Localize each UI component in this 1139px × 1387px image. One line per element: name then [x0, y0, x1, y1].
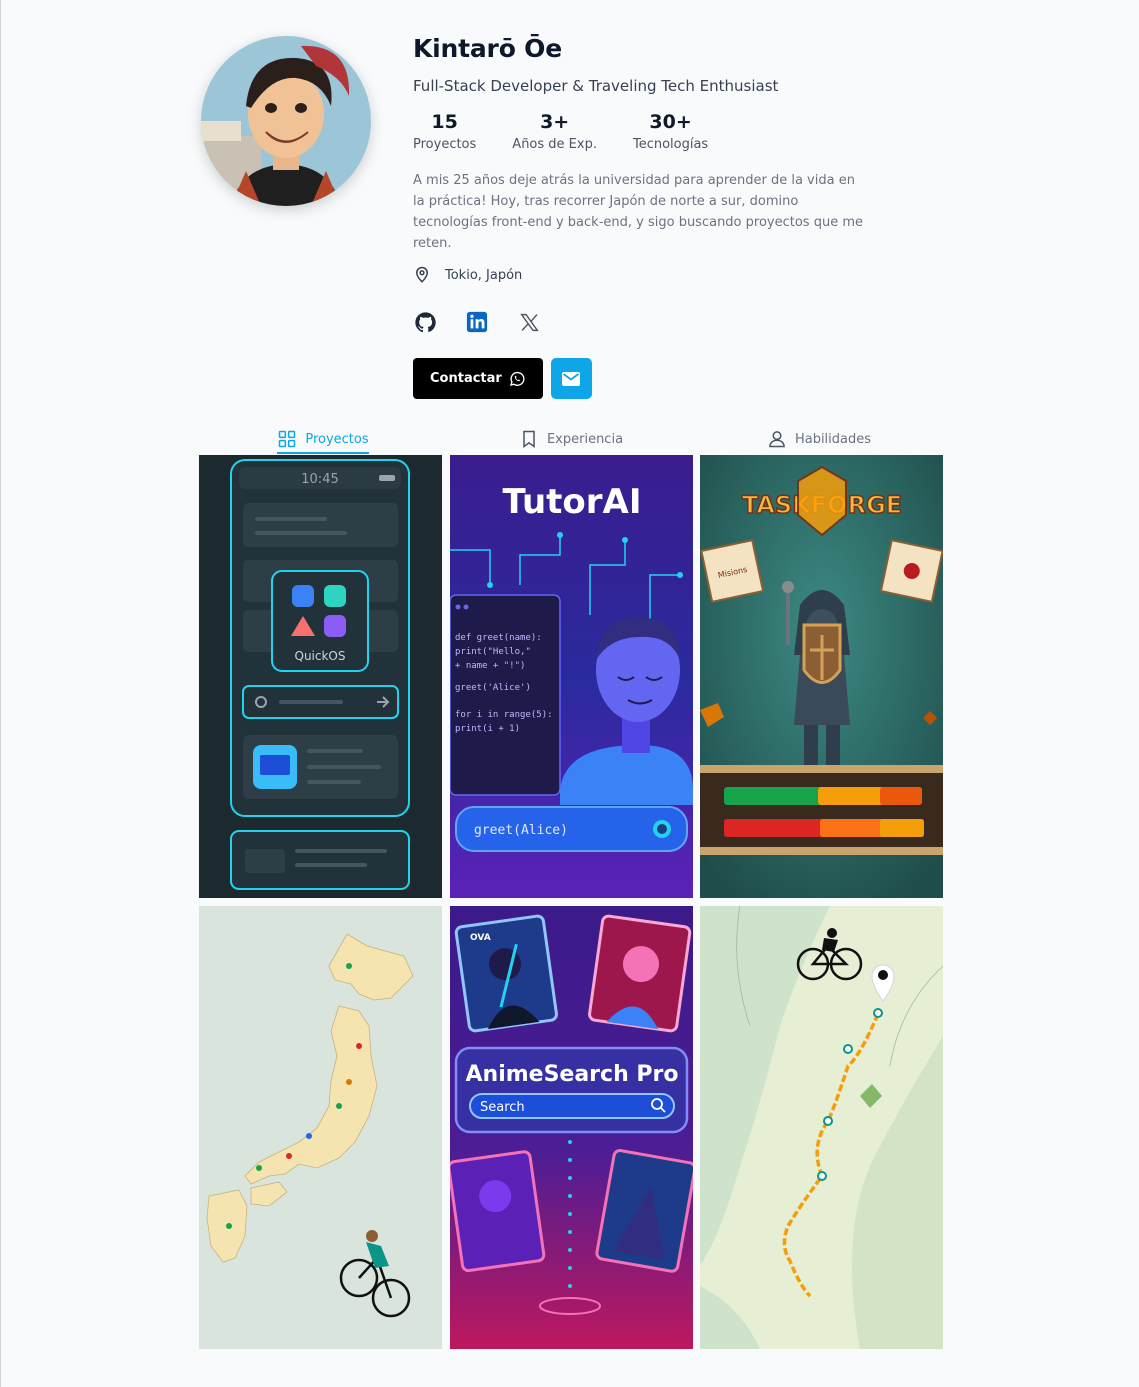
ova-badge: OVA: [470, 933, 491, 943]
tab-experiencia[interactable]: Experiencia: [447, 424, 695, 454]
project-card-taskforge[interactable]: TASKFORGE Misions: [700, 455, 943, 898]
project-card-quickos[interactable]: 10:45 QuickOS: [199, 455, 442, 898]
profile-avatar: [201, 36, 371, 206]
github-link[interactable]: [413, 310, 437, 334]
stat-label: Años de Exp.: [512, 137, 597, 152]
tab-label: Habilidades: [794, 431, 872, 447]
profile-location: Tokio, Japón: [413, 266, 873, 284]
quickos-time: 10:45: [301, 472, 338, 487]
user-icon: [769, 431, 785, 448]
tab-habilidades[interactable]: Habilidades: [695, 424, 943, 454]
code-line: + name + "!"): [455, 661, 525, 671]
contact-button-label: Contactar: [430, 371, 502, 386]
project-card-tutorai[interactable]: TutorAI def greet(name): print("Hello," …: [449, 455, 693, 898]
project-card-japan-map[interactable]: [199, 906, 442, 1349]
x-link[interactable]: [517, 310, 541, 334]
bookmark-icon: [523, 430, 535, 448]
social-links: [413, 310, 873, 334]
tab-label: Proyectos: [305, 431, 369, 447]
profile-name: Kintarō Ōe: [413, 34, 562, 63]
tab-label: Experiencia: [546, 431, 624, 447]
mail-button[interactable]: [550, 358, 592, 399]
contact-button[interactable]: Contactar: [413, 358, 543, 399]
tutorai-title: TutorAI: [502, 482, 641, 522]
profile-stats: 15 Proyectos 3+ Años de Exp. 30+ Tecnolo…: [413, 111, 873, 152]
stat-projects: 15 Proyectos: [413, 111, 476, 152]
tab-proyectos[interactable]: Proyectos: [199, 424, 447, 454]
code-line: print("Hello,": [455, 647, 531, 657]
stat-label: Tecnologías: [632, 137, 709, 152]
quickos-title: QuickOS: [295, 649, 346, 663]
project-card-animesearch[interactable]: OVA AnimeSearch Pro Search: [449, 906, 693, 1349]
profile-tagline: Full-Stack Developer & Traveling Tech En…: [413, 77, 779, 95]
stat-label: Proyectos: [413, 137, 477, 152]
location-text: Tokio, Japón: [445, 267, 523, 283]
action-buttons: Contactar: [413, 358, 873, 399]
project-card-cycling-route[interactable]: [700, 906, 943, 1349]
code-line: for i in range(5):: [455, 710, 553, 720]
whatsapp-icon: [509, 371, 525, 386]
github-icon: [414, 311, 436, 332]
animesearch-title: AnimeSearch Pro: [465, 1062, 678, 1087]
stat-experience: 3+ Años de Exp.: [512, 111, 597, 152]
grid-icon: [279, 430, 296, 448]
x-icon: [519, 313, 539, 331]
code-line: def greet(name):: [455, 633, 542, 643]
stat-technologies: 30+ Tecnologías: [633, 111, 708, 152]
location-pin-icon: [415, 266, 429, 283]
stat-value: 15: [431, 111, 458, 133]
linkedin-icon: [466, 311, 488, 333]
projects-grid: 10:45 QuickOS TutorAI def greet(name): p…: [199, 455, 943, 1349]
profile-info: Kintarō Ōe Full-Stack Developer & Travel…: [413, 34, 873, 399]
mail-icon: [562, 371, 581, 386]
linkedin-link[interactable]: [465, 310, 489, 334]
profile-tabs: Proyectos Experiencia Habilidades: [199, 424, 943, 454]
profile-bio: A mis 25 años deje atrás la universidad …: [413, 173, 863, 251]
code-line: greet('Alice'): [455, 683, 531, 693]
code-line: print(i + 1): [455, 724, 520, 734]
animesearch-search: Search: [480, 1100, 525, 1115]
tutorai-input: greet(Alice): [474, 823, 568, 838]
stat-value: 30+: [649, 111, 692, 133]
stat-value: 3+: [540, 111, 570, 133]
